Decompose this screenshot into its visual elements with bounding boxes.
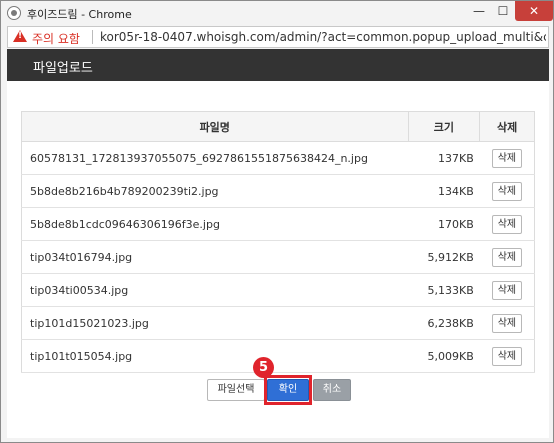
- file-name: 60578131_172813937055075_692786155187563…: [21, 141, 409, 175]
- browser-window: 후이즈드림 - Chrome — ☐ ✕ ! 주의 요함 kor05r-18-0…: [0, 0, 554, 443]
- chrome-icon: [7, 6, 21, 20]
- column-header-delete: 삭제: [479, 111, 535, 142]
- file-table: 파일명 크기 삭제 60578131_172813937055075_69278…: [21, 111, 535, 373]
- file-name: tip101d15021023.jpg: [21, 306, 409, 340]
- delete-button[interactable]: 삭제: [491, 280, 522, 300]
- table-row: 60578131_172813937055075_692786155187563…: [21, 141, 535, 175]
- table-row: 5b8de8b1cdc09646306196f3e.jpg 170KB 삭제: [21, 207, 535, 241]
- file-name: tip034t016794.jpg: [21, 240, 409, 274]
- file-size: 6,238KB: [408, 306, 480, 340]
- table-header-row: 파일명 크기 삭제: [21, 111, 535, 142]
- file-size: 137KB: [408, 141, 480, 175]
- popup-title: 파일업로드: [33, 61, 93, 76]
- address-divider: [92, 30, 93, 44]
- warning-icon: !: [13, 30, 27, 42]
- file-size: 5,009KB: [408, 339, 480, 373]
- select-file-button[interactable]: 파일선택: [207, 379, 265, 401]
- file-size: 5,912KB: [408, 240, 480, 274]
- delete-button[interactable]: 삭제: [491, 346, 522, 366]
- delete-button[interactable]: 삭제: [491, 181, 522, 201]
- cancel-button[interactable]: 취소: [313, 379, 351, 401]
- delete-button[interactable]: 삭제: [491, 214, 522, 234]
- delete-button[interactable]: 삭제: [491, 148, 522, 168]
- delete-button[interactable]: 삭제: [491, 313, 522, 333]
- security-warning[interactable]: 주의 요함: [32, 30, 80, 47]
- file-name: 5b8de8b216b4b789200239ti2.jpg: [21, 174, 409, 208]
- title-bar: 후이즈드림 - Chrome — ☐ ✕: [1, 1, 553, 25]
- column-header-filename: 파일명: [21, 111, 409, 142]
- window-title: 후이즈드림 - Chrome: [27, 8, 132, 21]
- step-number-badge: 5: [253, 357, 274, 378]
- close-button[interactable]: ✕: [515, 1, 553, 21]
- column-header-size: 크기: [407, 111, 481, 142]
- table-row: 5b8de8b216b4b789200239ti2.jpg 134KB 삭제: [21, 174, 535, 208]
- maximize-button[interactable]: ☐: [491, 1, 515, 21]
- table-row: tip034t016794.jpg 5,912KB 삭제: [21, 240, 535, 274]
- file-size: 5,133KB: [408, 273, 480, 307]
- step-highlight-box: [264, 375, 312, 405]
- address-bar[interactable]: ! 주의 요함 kor05r-18-0407.whoisgh.com/admin…: [7, 26, 549, 48]
- popup-header: 파일업로드: [7, 49, 549, 81]
- file-name: tip034ti00534.jpg: [21, 273, 409, 307]
- upload-panel: 파일명 크기 삭제 60578131_172813937055075_69278…: [7, 81, 549, 438]
- action-buttons: 파일선택 확인 취소 5: [7, 357, 549, 405]
- table-row: tip034ti00534.jpg 5,133KB 삭제: [21, 273, 535, 307]
- minimize-button[interactable]: —: [467, 1, 491, 21]
- file-size: 134KB: [408, 174, 480, 208]
- url-text[interactable]: kor05r-18-0407.whoisgh.com/admin/?act=co…: [100, 30, 546, 44]
- table-row: tip101t015054.jpg 5,009KB 삭제: [21, 339, 535, 373]
- file-name: 5b8de8b1cdc09646306196f3e.jpg: [21, 207, 409, 241]
- file-size: 170KB: [408, 207, 480, 241]
- table-row: tip101d15021023.jpg 6,238KB 삭제: [21, 306, 535, 340]
- delete-button[interactable]: 삭제: [491, 247, 522, 267]
- file-name: tip101t015054.jpg: [21, 339, 409, 373]
